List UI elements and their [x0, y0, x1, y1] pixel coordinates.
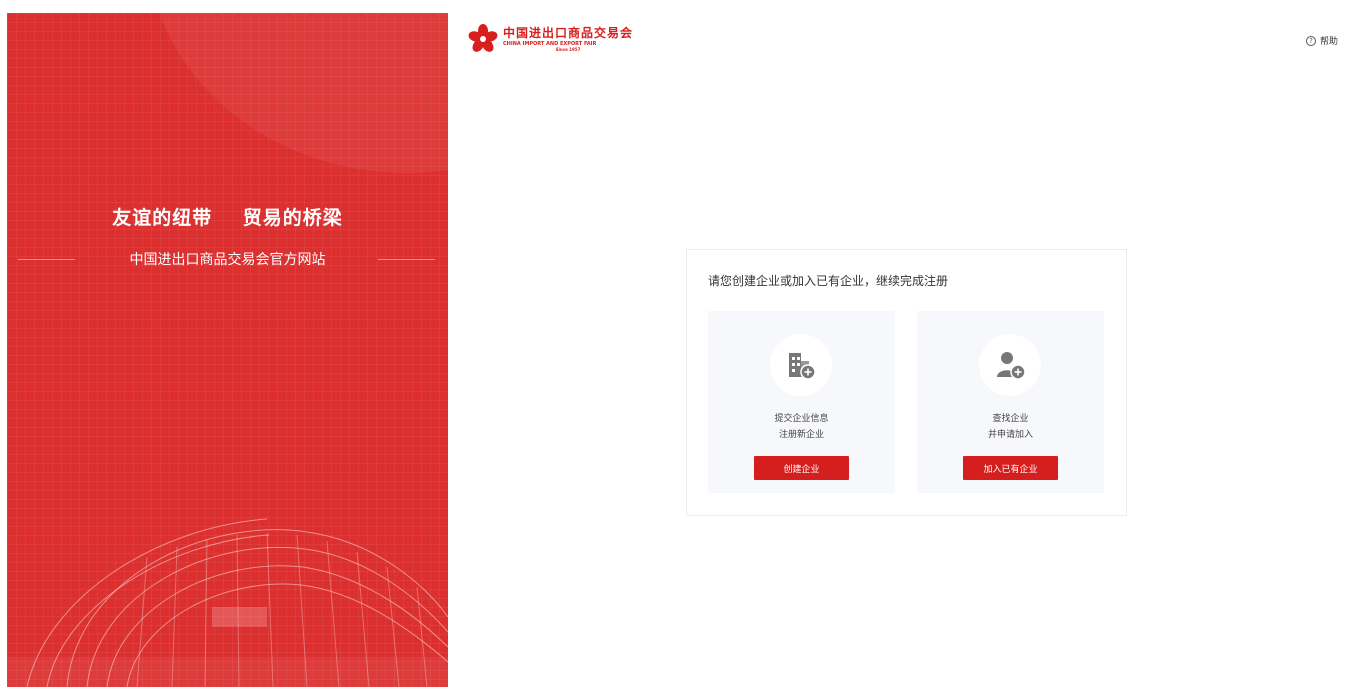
banner-glow — [147, 13, 448, 173]
option-description-line1: 提交企业信息 — [774, 414, 829, 424]
join-enterprise-button[interactable]: 加入已有企业 — [963, 456, 1058, 480]
option-icon-circle — [770, 334, 832, 396]
option-description-line2: 并申请加入 — [987, 430, 1033, 440]
hero-banner: 友谊的纽带 贸易的桥梁 中国进出口商品交易会官方网站 — [7, 13, 448, 687]
create-enterprise-button[interactable]: 创建企业 — [754, 456, 849, 480]
help-link[interactable]: ? 帮助 — [1306, 34, 1338, 47]
logo-chinese-name: 中国进出口商品交易会 — [503, 25, 634, 40]
card-title: 请您创建企业或加入已有企业，继续完成注册 — [708, 274, 949, 288]
building-add-icon — [789, 353, 816, 380]
user-add-icon — [997, 352, 1026, 380]
flower-logo-icon — [468, 24, 498, 52]
banner-divider-right — [378, 259, 435, 260]
registration-page: 友谊的纽带 贸易的桥梁 中国进出口商品交易会官方网站 中国进出口商品交易会 CH… — [0, 0, 1353, 687]
banner-subtitle-row: 中国进出口商品交易会官方网站 — [7, 249, 448, 269]
option-icon-circle — [979, 334, 1041, 396]
canton-fair-logo[interactable]: 中国进出口商品交易会 CHINA IMPORT AND EXPORT FAIR … — [468, 24, 633, 54]
logo-english-name: CHINA IMPORT AND EXPORT FAIR — [503, 40, 597, 47]
banner-title: 友谊的纽带 贸易的桥梁 — [112, 207, 343, 229]
registration-choice-card: 请您创建企业或加入已有企业，继续完成注册 提交企业信息 注册新企业 创建企业 查… — [686, 249, 1127, 516]
logo-since: Since 1957 — [555, 46, 581, 52]
option-description-line2: 注册新企业 — [778, 430, 824, 440]
join-enterprise-option: 查找企业 并申请加入 加入已有企业 — [917, 311, 1104, 493]
exhibition-hall-illustration — [7, 518, 448, 687]
logo-text: 中国进出口商品交易会 CHINA IMPORT AND EXPORT FAIR … — [503, 27, 633, 52]
help-label: 帮助 — [1320, 37, 1339, 47]
help-circle-icon: ? — [1306, 35, 1316, 46]
create-enterprise-option: 提交企业信息 注册新企业 创建企业 — [708, 311, 895, 493]
option-description-line1: 查找企业 — [992, 414, 1029, 424]
